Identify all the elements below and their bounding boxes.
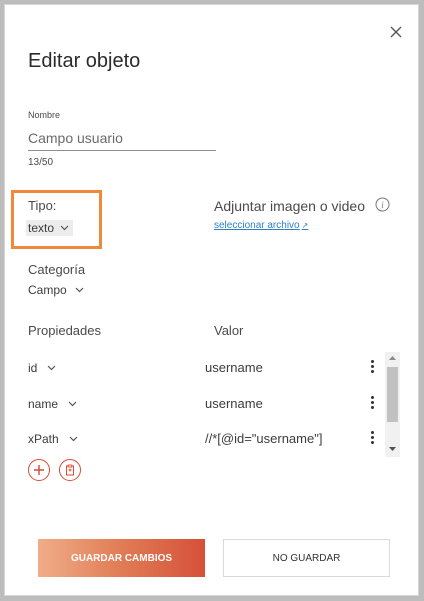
plus-circle-icon bbox=[34, 465, 44, 475]
svg-text:i: i bbox=[381, 200, 384, 210]
dialog-title: Editar objeto bbox=[28, 50, 141, 72]
paste-properties-button[interactable] bbox=[59, 459, 81, 481]
name-input[interactable] bbox=[28, 125, 216, 151]
save-changes-button[interactable]: GUARDAR CAMBIOS bbox=[38, 539, 205, 577]
scroll-up-arrow-icon[interactable] bbox=[388, 355, 397, 361]
select-file-link-text: seleccionar archivo bbox=[214, 220, 300, 231]
chevron-down-icon bbox=[60, 225, 69, 231]
select-file-link[interactable]: seleccionar archivo ↗ bbox=[214, 220, 308, 231]
property-value[interactable]: username bbox=[205, 396, 263, 411]
property-name: name bbox=[28, 397, 59, 411]
discard-button[interactable]: NO GUARDAR bbox=[223, 539, 390, 577]
external-arrow-icon: ↗ bbox=[301, 221, 309, 230]
property-value[interactable]: //*[@id="username"] bbox=[205, 431, 322, 446]
properties-header: Propiedades bbox=[28, 323, 101, 338]
scrollbar-thumb[interactable] bbox=[387, 367, 398, 422]
edit-object-dialog: Editar objeto Nombre 13/50 Tipo: texto A… bbox=[4, 4, 419, 596]
property-select[interactable]: id bbox=[28, 361, 56, 375]
property-value[interactable]: username bbox=[205, 360, 263, 375]
chevron-down-icon bbox=[47, 365, 56, 371]
property-select[interactable]: xPath bbox=[28, 432, 78, 446]
chevron-down-icon bbox=[68, 401, 77, 407]
char-counter: 13/50 bbox=[28, 157, 54, 168]
categoria-select-value: Campo bbox=[28, 283, 67, 297]
chevron-down-icon bbox=[75, 287, 84, 293]
close-icon[interactable] bbox=[389, 25, 403, 39]
add-property-button[interactable] bbox=[28, 459, 50, 481]
row-menu-icon[interactable] bbox=[369, 396, 375, 412]
property-select[interactable]: name bbox=[28, 397, 77, 411]
property-name: id bbox=[28, 361, 38, 375]
row-menu-icon[interactable] bbox=[369, 360, 375, 376]
tipo-select[interactable]: texto bbox=[26, 220, 74, 236]
name-field-label: Nombre bbox=[28, 110, 61, 120]
chevron-down-icon bbox=[69, 436, 78, 442]
tipo-select-value: texto bbox=[28, 221, 55, 235]
scroll-down-arrow-icon[interactable] bbox=[388, 446, 397, 452]
tipo-label: Tipo: bbox=[28, 198, 57, 213]
row-menu-icon[interactable] bbox=[369, 431, 375, 447]
clipboard-circle-icon bbox=[66, 464, 74, 476]
value-header: Valor bbox=[214, 323, 244, 338]
info-icon[interactable]: i bbox=[375, 197, 390, 212]
attachment-label: Adjuntar imagen o video bbox=[214, 198, 365, 214]
categoria-select[interactable]: Campo bbox=[28, 283, 84, 297]
categoria-label: Categoría bbox=[28, 262, 86, 277]
property-name: xPath bbox=[28, 432, 59, 446]
